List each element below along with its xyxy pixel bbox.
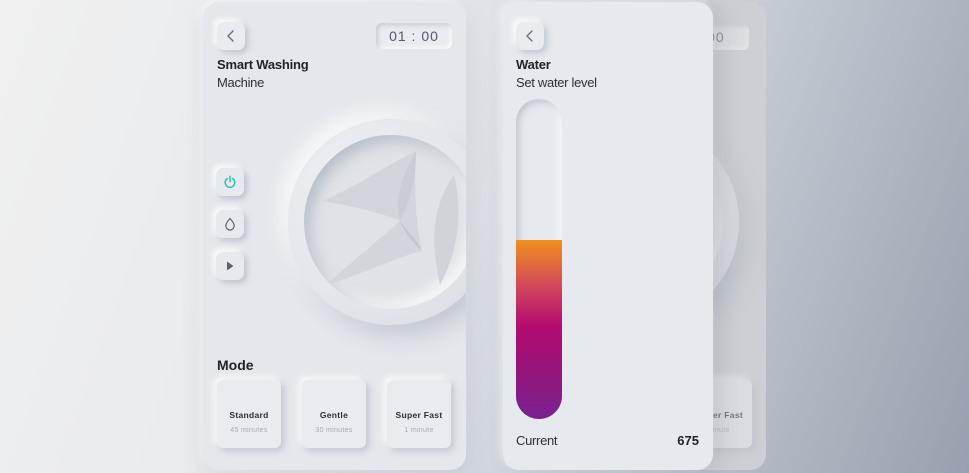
water-level-fill: [516, 239, 562, 419]
mode-duration: 45 minutes: [230, 427, 268, 434]
washing-drum: [288, 119, 466, 325]
water-level-screen: Water Set water level Current 675: [503, 2, 713, 470]
mode-card-standard[interactable]: Standard 45 minutes: [217, 380, 281, 448]
mode-name: Super Fast: [395, 410, 443, 420]
page-title: Smart Washing: [217, 57, 309, 72]
timer-display: 01 : 00: [376, 23, 452, 49]
water-level-slider[interactable]: [516, 99, 562, 419]
drum-paddle-icon: [322, 151, 459, 285]
page-title: Water: [516, 57, 551, 72]
washing-machine-screen: 01 : 00 Smart Washing Machine Mode Stand…: [203, 2, 466, 470]
drum-window: [304, 135, 466, 309]
power-icon: [224, 175, 236, 189]
play-icon: [227, 261, 234, 271]
mode-duration: 30 minutes: [315, 427, 353, 434]
back-button[interactable]: [217, 22, 245, 50]
drop-icon: [225, 217, 235, 231]
water-button[interactable]: [216, 210, 244, 238]
page-subtitle: Machine: [217, 75, 265, 90]
chevron-left-icon: [526, 30, 533, 42]
chevron-left-icon: [227, 30, 234, 42]
mode-name: Gentle: [319, 410, 349, 420]
mode-duration: 1 minute: [404, 427, 434, 434]
mode-card-super-fast[interactable]: Super Fast 1 minute: [387, 380, 451, 448]
power-button[interactable]: [216, 168, 244, 196]
timer-text: 01 : 00: [389, 28, 439, 44]
current-label: Current: [516, 433, 558, 448]
mode-name: Standard: [229, 410, 269, 420]
back-button[interactable]: [516, 22, 544, 50]
mode-heading: Mode: [217, 357, 254, 373]
page-subtitle: Set water level: [516, 75, 597, 90]
play-button[interactable]: [216, 252, 244, 280]
current-value: 675: [677, 433, 699, 448]
mode-card-gentle[interactable]: Gentle 30 minutes: [302, 380, 366, 448]
